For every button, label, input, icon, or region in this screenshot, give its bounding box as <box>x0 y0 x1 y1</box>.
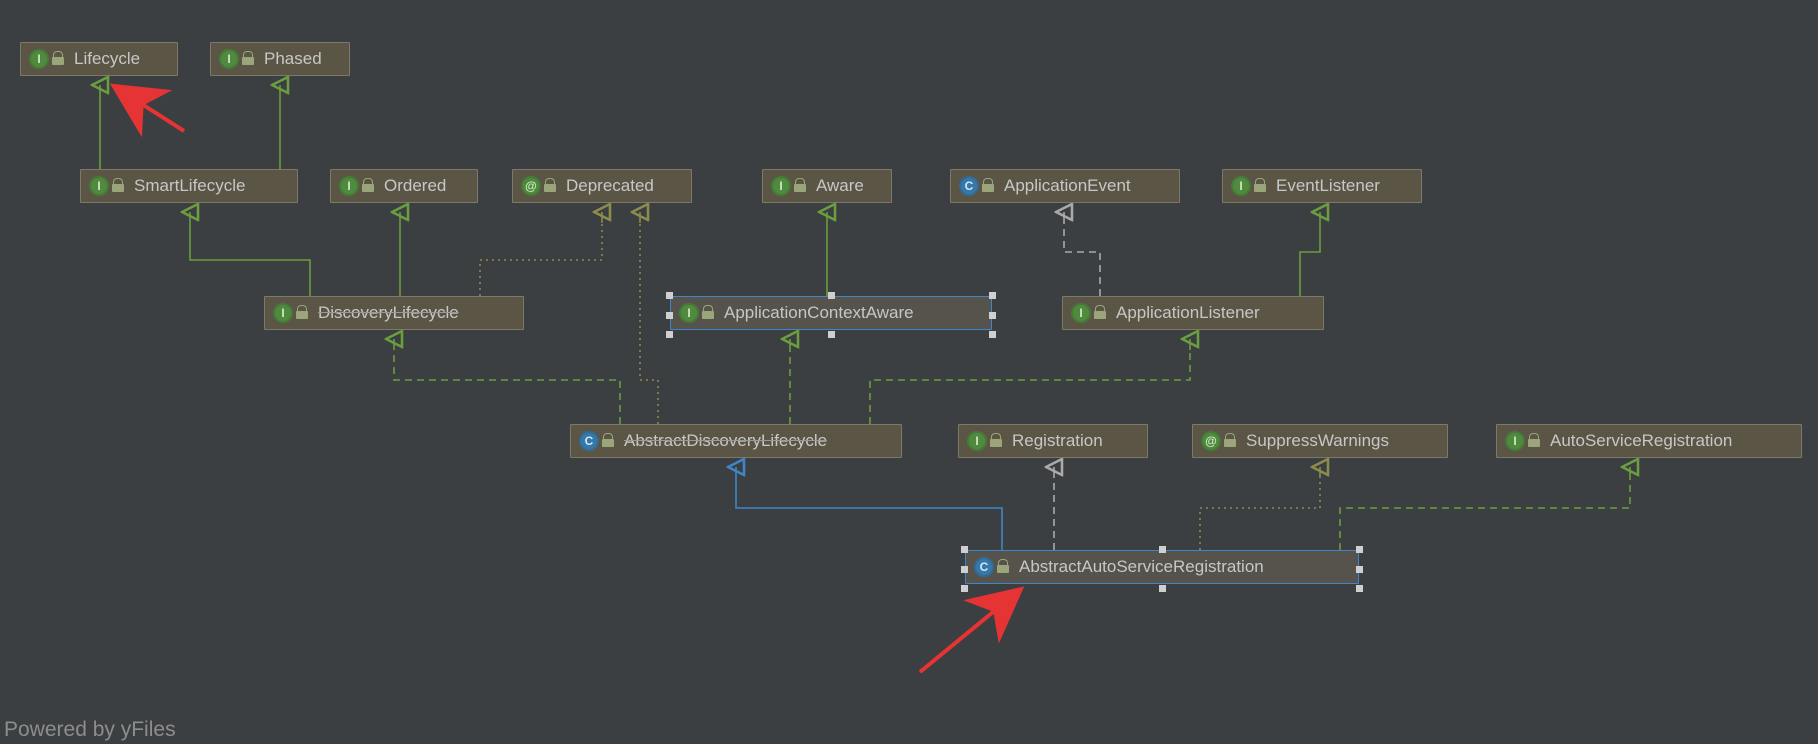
node-lifecycle[interactable]: I Lifecycle <box>20 42 178 76</box>
node-absautoservice[interactable]: C AbstractAutoServiceRegistration <box>965 550 1359 584</box>
node-eventlistener[interactable]: I EventListener <box>1222 169 1422 203</box>
lock-icon <box>997 560 1011 574</box>
selection-handle[interactable] <box>961 546 968 553</box>
edges-layer <box>0 0 1818 744</box>
selection-handle[interactable] <box>1159 546 1166 553</box>
selection-handle[interactable] <box>961 585 968 592</box>
lock-icon <box>602 434 616 448</box>
interface-badge-icon: I <box>339 176 359 196</box>
interface-badge-icon: I <box>679 303 699 323</box>
selection-handle[interactable] <box>666 292 673 299</box>
node-label: Phased <box>264 49 322 69</box>
node-label: SmartLifecycle <box>134 176 245 196</box>
lock-icon <box>990 434 1004 448</box>
selection-handle[interactable] <box>666 312 673 319</box>
selection-handle[interactable] <box>1356 566 1363 573</box>
lock-icon <box>112 179 126 193</box>
annotation-badge-icon: @ <box>521 176 541 196</box>
node-ordered[interactable]: I Ordered <box>330 169 478 203</box>
lock-icon <box>242 52 256 66</box>
lock-icon <box>982 179 996 193</box>
lock-icon <box>296 306 310 320</box>
selection-handle[interactable] <box>989 331 996 338</box>
annotation-arrow <box>920 594 1015 672</box>
selection-handle[interactable] <box>989 312 996 319</box>
selection-handle[interactable] <box>828 292 835 299</box>
node-label: AbstractAutoServiceRegistration <box>1019 557 1264 577</box>
annotation-arrow <box>120 90 184 131</box>
node-disclifecycle[interactable]: I DiscoveryLifecycle <box>264 296 524 330</box>
node-aware[interactable]: I Aware <box>762 169 892 203</box>
lock-icon <box>702 306 716 320</box>
lock-icon <box>1094 306 1108 320</box>
node-suppresswarn[interactable]: @ SuppressWarnings <box>1192 424 1448 458</box>
lock-icon <box>1254 179 1268 193</box>
selection-handle[interactable] <box>1356 585 1363 592</box>
interface-badge-icon: I <box>29 49 49 69</box>
lock-icon <box>1528 434 1542 448</box>
node-appctxaware[interactable]: I ApplicationContextAware <box>670 296 992 330</box>
node-label: SuppressWarnings <box>1246 431 1389 451</box>
interface-badge-icon: I <box>967 431 987 451</box>
selection-handle[interactable] <box>961 566 968 573</box>
node-label: ApplicationListener <box>1116 303 1260 323</box>
interface-badge-icon: I <box>771 176 791 196</box>
node-label: EventListener <box>1276 176 1380 196</box>
node-smartlifecycle[interactable]: I SmartLifecycle <box>80 169 298 203</box>
lock-icon <box>544 179 558 193</box>
selection-handle[interactable] <box>1356 546 1363 553</box>
interface-badge-icon: I <box>273 303 293 323</box>
interface-badge-icon: I <box>89 176 109 196</box>
node-label: ApplicationContextAware <box>724 303 914 323</box>
powered-by-footer: Powered by yFiles <box>4 718 176 742</box>
node-label: ApplicationEvent <box>1004 176 1131 196</box>
selection-handle[interactable] <box>989 292 996 299</box>
selection-handle[interactable] <box>1159 585 1166 592</box>
lock-icon <box>1224 434 1238 448</box>
selection-handle[interactable] <box>666 331 673 338</box>
node-registration[interactable]: I Registration <box>958 424 1148 458</box>
node-appevent[interactable]: C ApplicationEvent <box>950 169 1180 203</box>
node-label: Ordered <box>384 176 446 196</box>
node-label: Lifecycle <box>74 49 140 69</box>
class-badge-icon: C <box>959 176 979 196</box>
diagram-canvas[interactable]: I Lifecycle I Phased I SmartLifecycle I Ordered… <box>0 0 1818 744</box>
node-label: AbstractDiscoveryLifecycle <box>624 431 827 451</box>
node-label: AutoServiceRegistration <box>1550 431 1732 451</box>
lock-icon <box>362 179 376 193</box>
interface-badge-icon: I <box>1505 431 1525 451</box>
interface-badge-icon: I <box>219 49 239 69</box>
node-absdisclifecycle[interactable]: C AbstractDiscoveryLifecycle <box>570 424 902 458</box>
lock-icon <box>52 52 66 66</box>
node-applistener[interactable]: I ApplicationListener <box>1062 296 1324 330</box>
class-badge-icon: C <box>579 431 599 451</box>
node-label: Registration <box>1012 431 1103 451</box>
node-label: Deprecated <box>566 176 654 196</box>
selection-handle[interactable] <box>828 331 835 338</box>
node-label: DiscoveryLifecycle <box>318 303 459 323</box>
class-badge-icon: C <box>974 557 994 577</box>
node-deprecated[interactable]: @ Deprecated <box>512 169 692 203</box>
node-autoservicereg[interactable]: I AutoServiceRegistration <box>1496 424 1802 458</box>
node-label: Aware <box>816 176 864 196</box>
interface-badge-icon: I <box>1071 303 1091 323</box>
node-phased[interactable]: I Phased <box>210 42 350 76</box>
annotation-badge-icon: @ <box>1201 431 1221 451</box>
interface-badge-icon: I <box>1231 176 1251 196</box>
lock-icon <box>794 179 808 193</box>
